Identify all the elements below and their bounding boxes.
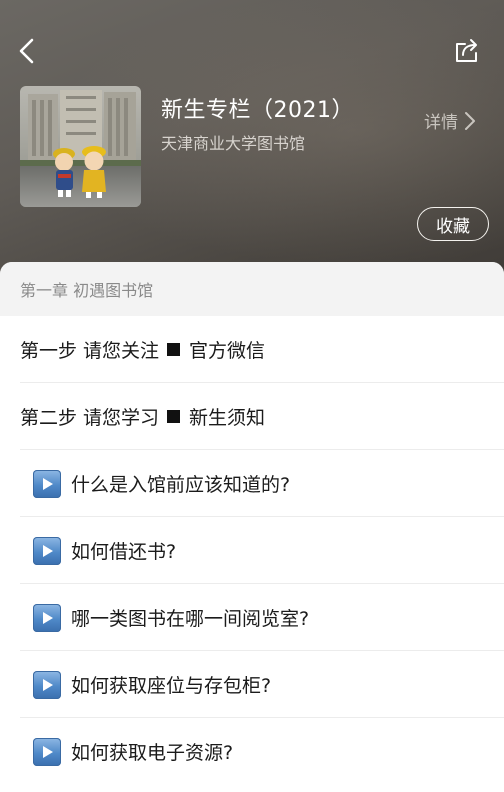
list-item-step-1[interactable]: 第一步 请您关注 官方微信 [0,316,504,383]
details-label: 详情 [424,113,458,133]
content-sheet: 第一章 初遇图书馆 第一步 请您关注 官方微信 第二步 请您学习 新生须知 什么… [0,262,504,792]
list-item-label: 哪一类图书在哪一间阅览室? [71,608,310,630]
library-name: 天津商业大学图书馆 [161,134,306,153]
play-button-icon [33,670,61,699]
chapter-header: 第一章 初遇图书馆 [0,262,504,316]
list-item-label: 如何获取电子资源? [71,742,234,764]
play-button-icon [33,536,61,565]
step-1-suffix: 官方微信 [189,340,266,362]
share-button[interactable] [452,36,482,66]
step-2-prefix: 第二步 请您学习 [20,407,160,429]
list-item-label: 什么是入馆前应该知道的? [71,474,291,496]
square-bullet-icon [167,410,181,423]
list-item[interactable]: 什么是入馆前应该知道的? [0,450,504,517]
list-item[interactable]: 如何获取电子资源? [0,718,504,785]
favorite-button[interactable]: 收藏 [417,207,489,241]
step-2-suffix: 新生须知 [189,407,266,429]
list-item[interactable]: 如何获取座位与存包柜? [0,651,504,718]
back-button[interactable] [14,36,42,66]
favorite-label: 收藏 [436,216,470,237]
play-button-icon [33,737,61,766]
cover-image [20,86,141,207]
play-button-icon [33,603,61,632]
step-1-prefix: 第一步 请您关注 [20,340,160,362]
list-item[interactable]: 哪一类图书在哪一间阅览室? [0,584,504,651]
chapter-title: 第一章 初遇图书馆 [20,281,154,300]
square-bullet-icon [167,343,181,356]
list-item-label: 如何借还书? [71,541,177,563]
back-arrow-icon [19,38,34,64]
page-title: 新生专栏（2021） [161,98,354,123]
details-link[interactable]: 详情 [424,108,476,133]
chevron-right-icon [465,111,475,130]
play-button-icon [33,469,61,498]
list-item-step-2[interactable]: 第二步 请您学习 新生须知 [0,383,504,450]
share-icon [456,39,477,62]
list-item-label: 如何获取座位与存包柜? [71,675,272,697]
list-item[interactable]: 如何借还书? [0,517,504,584]
